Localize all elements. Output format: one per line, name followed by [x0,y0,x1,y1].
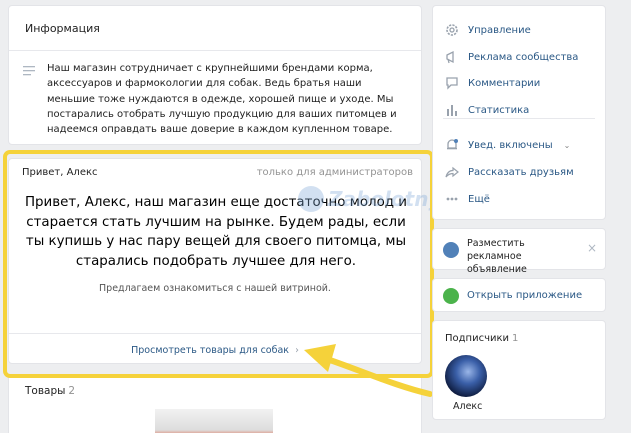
text-lines-icon [23,66,35,76]
menu-item-ads[interactable]: Реклама сообщества [445,47,578,67]
app-icon [443,288,459,304]
community-description: Наш магазин сотрудничает с крупнейшими б… [47,63,397,136]
divider [9,50,421,51]
admin-menu: Управление Реклама сообщества Комментари… [432,5,606,220]
stats-icon [447,105,457,116]
menu-item-manage[interactable]: Управление [445,20,531,40]
menu-item-comments[interactable]: Комментарии [445,73,540,93]
menu-item-label: Комментарии [468,77,541,89]
gear-icon [446,24,458,36]
bell-icon [447,139,458,150]
divider [9,333,421,334]
welcome-subtitle: Предлагаем ознакомиться с нашей витриной… [99,283,331,294]
arrow-annotation-icon [304,344,433,397]
share-label: Рассказать друзьям [468,166,574,178]
admin-only-note: только для администраторов [256,167,413,178]
subscribers-title[interactable]: Подписчики 1 [445,333,518,344]
goods-count: 2 [68,385,76,397]
more-dots-icon [446,197,458,201]
more-label: Ещё [468,193,490,205]
menu-item-label: Управление [468,24,531,36]
share-button[interactable]: Рассказать друзьям [445,162,574,182]
goods-title-label: Товары [25,385,66,397]
notifications-label: Увед. включены [468,139,553,151]
goods-title[interactable]: Товары 2 [25,385,75,397]
promo-text: Разместить рекламное объявление [467,238,527,275]
info-card: Информация Наш магазин сотрудничает с кр… [8,5,422,145]
share-icon [445,166,459,178]
megaphone-icon [446,50,454,64]
comment-icon [446,77,458,90]
promo-card[interactable]: Разместить рекламное объявление × [432,228,606,275]
open-app-button[interactable]: Открыть приложение [432,278,606,312]
product-thumbnail[interactable] [155,409,273,433]
open-app-label: Открыть приложение [467,290,583,301]
subscribers-card: Подписчики 1 Алекс [432,320,606,420]
subscribers-count: 1 [512,333,519,344]
menu-item-label: Реклама сообщества [468,51,579,63]
welcome-widget-title: Привет, Алекс [22,167,98,178]
more-button[interactable]: Ещё [445,189,490,209]
menu-item-stats[interactable]: Статистика [445,100,529,120]
close-icon[interactable]: × [587,241,597,255]
notifications-toggle[interactable]: Увед. включены ⌄ [445,135,570,155]
divider [443,118,595,119]
subscriber-name[interactable]: Алекс [453,401,482,412]
megaphone-icon [443,242,459,258]
watermark-logo-icon [298,186,324,212]
chevron-down-icon: ⌄ [563,140,571,150]
subscribers-title-label: Подписчики [445,333,510,344]
menu-item-label: Статистика [468,104,530,116]
avatar[interactable] [445,355,487,397]
info-title: Информация [25,22,100,35]
view-dog-goods-label: Просмотреть товары для собак [131,345,290,356]
